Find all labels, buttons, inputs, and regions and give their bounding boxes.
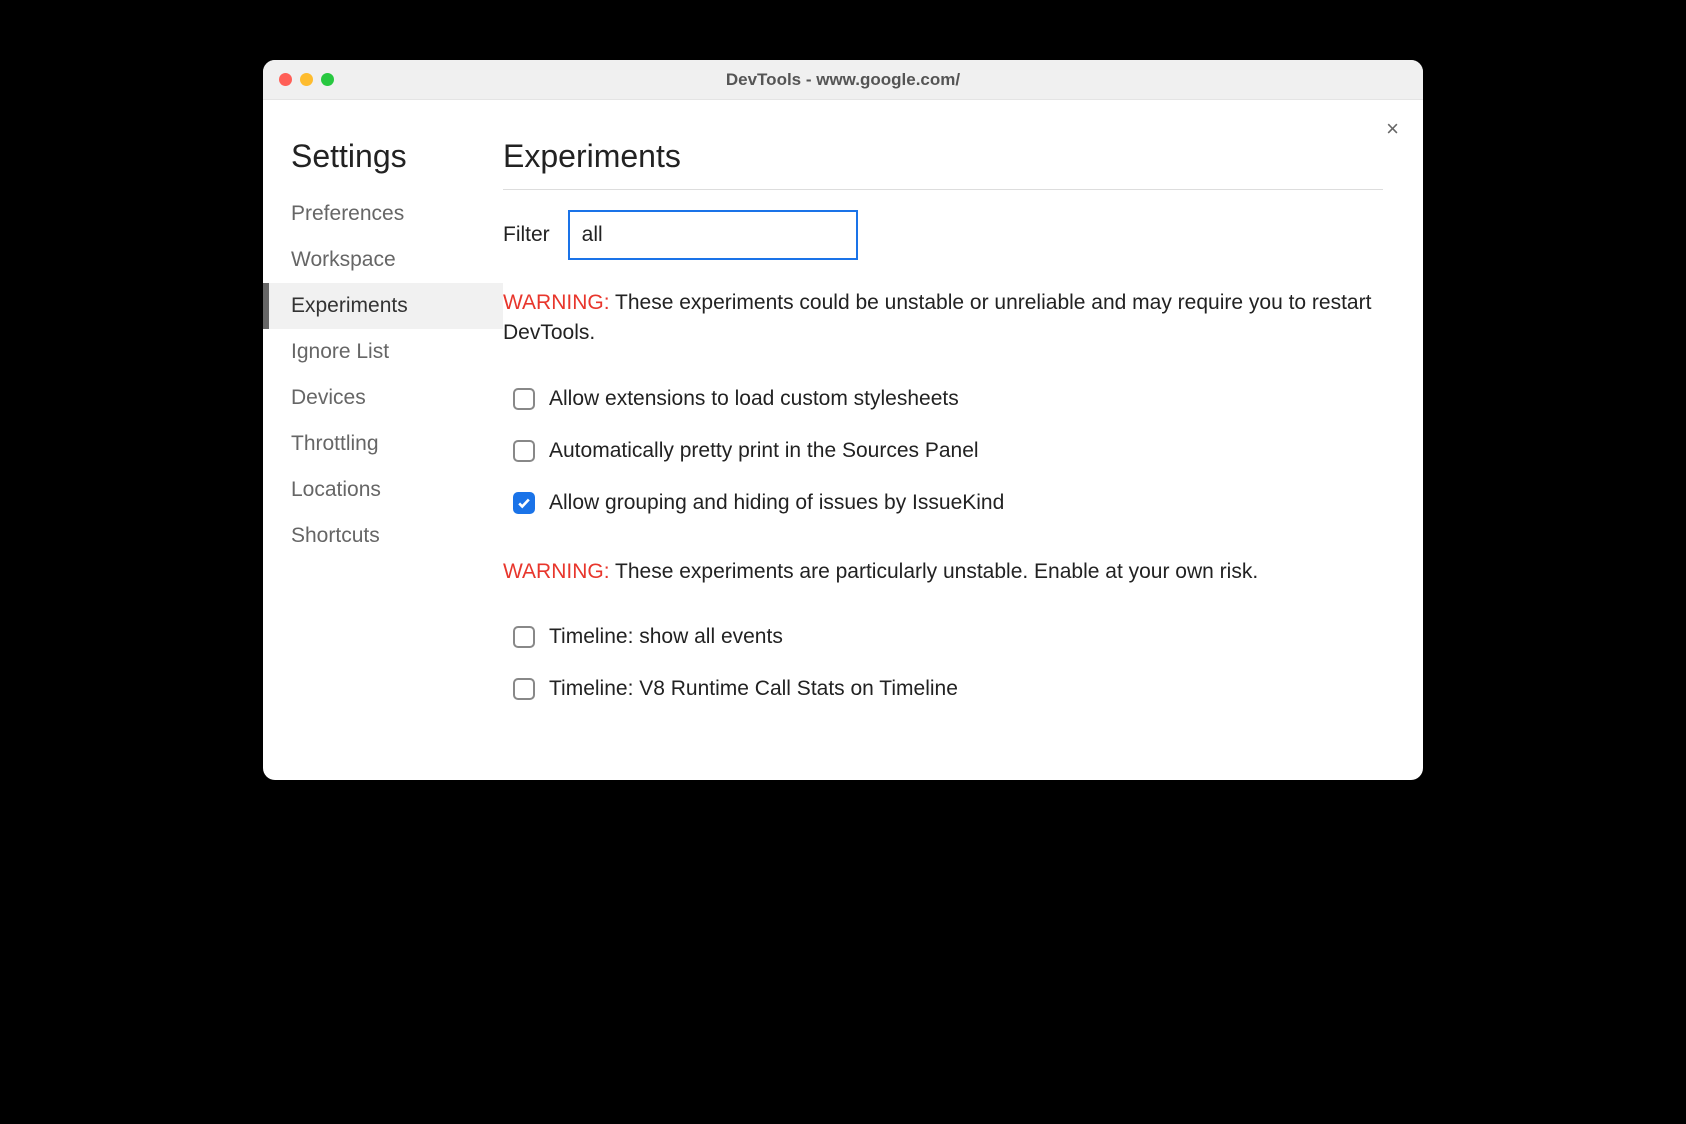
warning-label: WARNING: — [503, 560, 610, 583]
experiment-item: Automatically pretty print in the Source… — [503, 425, 1383, 477]
experiments-list-2: Timeline: show all events Timeline: V8 Ru… — [503, 611, 1383, 715]
window-minimize-button[interactable] — [300, 73, 313, 86]
titlebar: DevTools - www.google.com/ — [263, 60, 1423, 100]
warning-text: These experiments could be unstable or u… — [503, 291, 1371, 344]
experiment-label: Allow extensions to load custom styleshe… — [549, 387, 959, 411]
sidebar-item-shortcuts[interactable]: Shortcuts — [263, 513, 503, 559]
filter-row: Filter — [503, 210, 1383, 260]
experiments-list-1: Allow extensions to load custom styleshe… — [503, 373, 1383, 529]
warning-text: These experiments are particularly unsta… — [610, 560, 1259, 583]
experiment-checkbox[interactable] — [513, 440, 535, 462]
experiment-label: Automatically pretty print in the Source… — [549, 439, 979, 463]
window-close-button[interactable] — [279, 73, 292, 86]
sidebar-item-workspace[interactable]: Workspace — [263, 237, 503, 283]
main-panel: Experiments Filter WARNING: These experi… — [503, 100, 1423, 780]
experiment-label: Timeline: show all events — [549, 625, 783, 649]
sidebar-item-preferences[interactable]: Preferences — [263, 191, 503, 237]
filter-label: Filter — [503, 223, 550, 247]
window-zoom-button[interactable] — [321, 73, 334, 86]
experiment-item: Timeline: show all events — [503, 611, 1383, 663]
warning-label: WARNING: — [503, 291, 610, 314]
sidebar-item-ignore-list[interactable]: Ignore List — [263, 329, 503, 375]
experiment-item: Allow grouping and hiding of issues by I… — [503, 477, 1383, 529]
filter-input[interactable] — [568, 210, 858, 260]
sidebar-item-throttling[interactable]: Throttling — [263, 421, 503, 467]
close-icon[interactable]: × — [1386, 118, 1399, 140]
traffic-lights — [279, 73, 334, 86]
experiment-checkbox[interactable] — [513, 678, 535, 700]
sidebar-item-devices[interactable]: Devices — [263, 375, 503, 421]
window-title: DevTools - www.google.com/ — [263, 70, 1423, 90]
experiment-item: Timeline: V8 Runtime Call Stats on Timel… — [503, 663, 1383, 715]
warning-unstable: WARNING: These experiments could be unst… — [503, 288, 1383, 349]
experiment-item: Allow extensions to load custom styleshe… — [503, 373, 1383, 425]
warning-risky: WARNING: These experiments are particula… — [503, 557, 1383, 587]
sidebar-items: PreferencesWorkspaceExperimentsIgnore Li… — [263, 191, 503, 559]
experiment-label: Allow grouping and hiding of issues by I… — [549, 491, 1004, 515]
devtools-window: DevTools - www.google.com/ × Settings Pr… — [263, 60, 1423, 780]
sidebar-title: Settings — [263, 138, 503, 191]
sidebar-item-experiments[interactable]: Experiments — [263, 283, 503, 329]
experiment-checkbox[interactable] — [513, 492, 535, 514]
experiment-checkbox[interactable] — [513, 388, 535, 410]
content-area: × Settings PreferencesWorkspaceExperimen… — [263, 100, 1423, 780]
sidebar-item-locations[interactable]: Locations — [263, 467, 503, 513]
experiment-checkbox[interactable] — [513, 626, 535, 648]
experiment-label: Timeline: V8 Runtime Call Stats on Timel… — [549, 677, 958, 701]
divider — [503, 189, 1383, 190]
settings-sidebar: Settings PreferencesWorkspaceExperiments… — [263, 100, 503, 780]
page-title: Experiments — [503, 138, 1383, 189]
